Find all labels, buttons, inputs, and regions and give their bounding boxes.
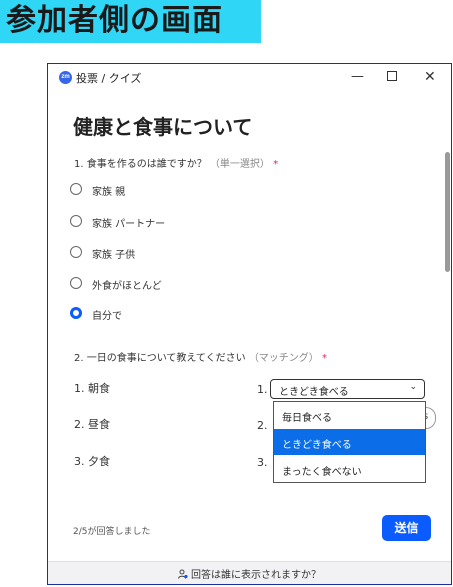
dropdown-menu: 毎日食べる ときどき食べる まったく食べない xyxy=(273,401,426,483)
send-button[interactable]: 送信 xyxy=(382,515,431,541)
maximize-button[interactable] xyxy=(387,71,397,81)
match-number-2: 2. xyxy=(257,419,268,432)
option-label: 家族 親 xyxy=(92,187,126,198)
option-label: 自分で xyxy=(92,311,122,322)
answered-status: 2/5が回答しました xyxy=(73,527,151,537)
select-value: ときどき食べる xyxy=(279,387,349,398)
radio-button[interactable] xyxy=(70,246,82,258)
menu-item-sometimes[interactable]: ときどき食べる xyxy=(274,429,425,455)
footer-bar: 回答は誰に表示されますか？ xyxy=(48,561,451,584)
menu-item-every-day[interactable]: 毎日食べる xyxy=(274,402,425,428)
poll-heading: 健康と食事について xyxy=(73,115,253,139)
menu-item-label: まったく食べない xyxy=(282,467,362,478)
option-label: 家族 パートナー xyxy=(92,219,166,230)
match-item-dinner: 3. 夕食 xyxy=(74,455,110,468)
person-icon xyxy=(178,569,188,579)
zoom-logo-icon: zm xyxy=(59,71,72,84)
banner: 参加者側の画面 xyxy=(0,0,261,43)
question-1-hint: （単一選択） xyxy=(209,159,270,170)
chevron-down-icon: ⌄ xyxy=(409,382,417,392)
poll-window: zm 投票 / クイズ — ✕ 健康と食事について 1. 食事を作るのは誰ですか… xyxy=(47,63,452,585)
scrollbar-thumb[interactable] xyxy=(445,152,450,272)
banner-text: 参加者側の画面 xyxy=(6,3,223,38)
match-item-breakfast: 1. 朝食 xyxy=(74,382,110,395)
match-item-lunch: 2. 昼食 xyxy=(74,418,110,431)
radio-button[interactable] xyxy=(70,277,82,289)
radio-button-checked[interactable] xyxy=(70,307,82,319)
footer-text: 回答は誰に表示されますか？ xyxy=(191,570,321,581)
window-title: 投票 / クイズ xyxy=(76,72,142,85)
question-2-label: 2. 一日の食事について教えてください （マッチング） * xyxy=(74,349,327,364)
visibility-link[interactable]: 回答は誰に表示されますか？ xyxy=(178,566,321,581)
titlebar: zm 投票 / クイズ — ✕ xyxy=(48,64,451,92)
radio-button[interactable] xyxy=(70,183,82,195)
minimize-button[interactable]: — xyxy=(351,68,364,86)
question-1-text: 1. 食事を作るのは誰ですか？ xyxy=(74,159,207,170)
option-label: 家族 子供 xyxy=(92,250,136,261)
question-2-text: 2. 一日の食事について教えてください xyxy=(74,353,246,364)
question-2-hint: （マッチング） xyxy=(248,353,319,364)
scrollbar[interactable] xyxy=(444,92,452,522)
menu-item-label: 毎日食べる xyxy=(282,413,332,424)
menu-item-never[interactable]: まったく食べない xyxy=(274,456,425,482)
option-label: 外食がほとんど xyxy=(92,281,162,292)
match-number-1: 1. xyxy=(257,383,268,396)
required-mark: * xyxy=(273,159,279,170)
radio-button[interactable] xyxy=(70,215,82,227)
question-1-label: 1. 食事を作るのは誰ですか？ （単一選択） * xyxy=(74,155,278,170)
close-button[interactable]: ✕ xyxy=(424,68,436,86)
match-number-3: 3. xyxy=(257,456,268,469)
required-mark: * xyxy=(322,353,327,364)
poll-content: 健康と食事について 1. 食事を作るのは誰ですか？ （単一選択） * 家族 親 … xyxy=(48,92,451,584)
match-select-1[interactable]: ときどき食べる ⌄ xyxy=(270,379,425,399)
menu-item-label: ときどき食べる xyxy=(282,440,352,451)
